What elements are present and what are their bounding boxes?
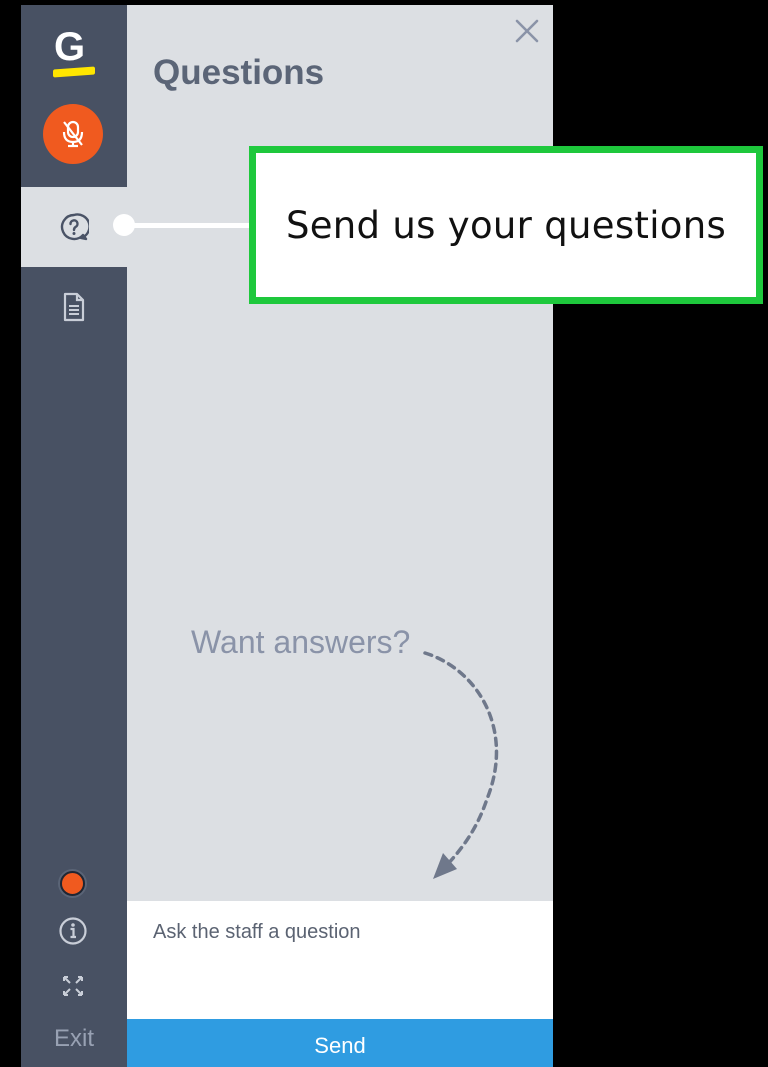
info-icon [59,917,87,945]
logo-underline [53,66,95,78]
sidebar: G Exit [21,5,127,1067]
empty-state-hint: Want answers? [191,624,411,660]
question-input-area [127,901,553,1019]
question-input[interactable] [127,901,553,1019]
logo-letter: G [54,25,86,69]
dashed-arrow-icon [423,651,499,879]
mic-toggle-button[interactable] [43,104,103,164]
close-button[interactable] [511,15,543,47]
fullscreen-button[interactable] [58,971,88,1001]
mic-off-icon [62,120,84,148]
panel-title: Questions [153,53,325,92]
callout-anchor-dot [113,214,135,236]
send-button[interactable]: Send [127,1019,553,1067]
nav-item-questions[interactable] [21,187,127,267]
callout-connector [124,223,254,228]
document-icon [63,292,85,322]
nav-item-handouts[interactable] [21,267,127,347]
close-icon [515,19,539,43]
exit-button[interactable]: Exit [21,1025,127,1061]
brand-logo: G [21,5,127,95]
tooltip-text: Send us your questions [285,203,727,247]
recording-status-dot [60,871,85,896]
tooltip-callout: Send us your questions [249,146,763,304]
info-button[interactable] [57,915,89,947]
question-bubble-icon [60,213,89,241]
fullscreen-icon [63,976,83,996]
